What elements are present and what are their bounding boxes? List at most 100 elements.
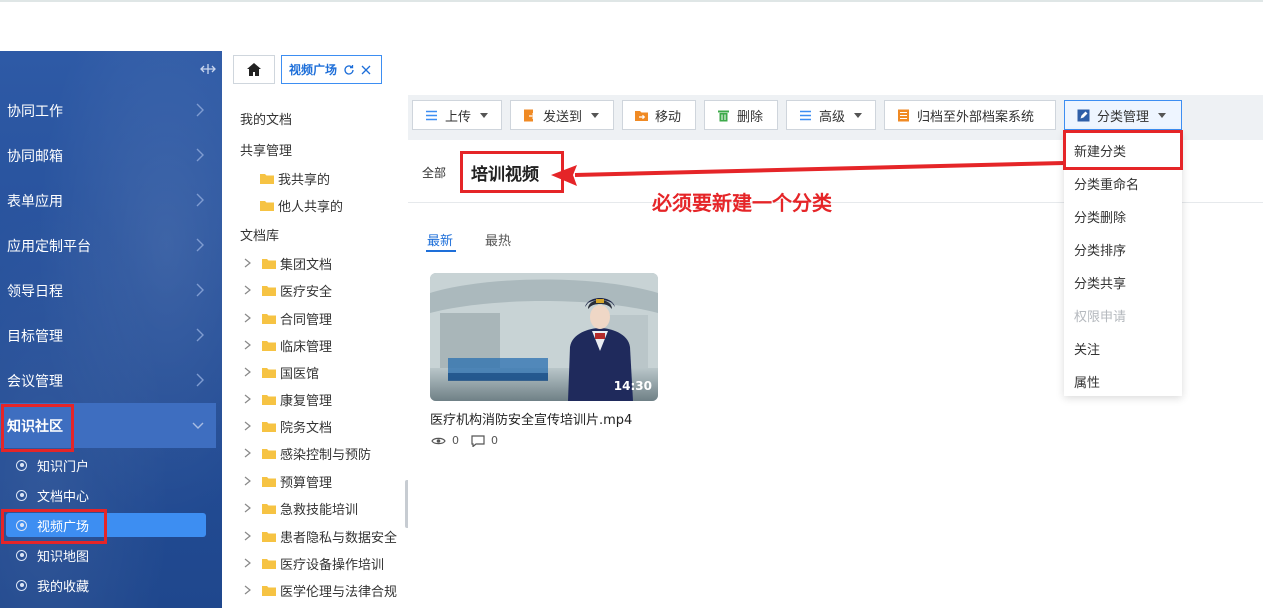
list-icon	[800, 110, 811, 120]
expand-arrow-icon[interactable]	[244, 585, 252, 595]
menu-item-new-category[interactable]: 新建分类	[1074, 141, 1126, 160]
menu-item-rename-category[interactable]: 分类重命名	[1074, 174, 1139, 193]
collapse-sidebar-icon[interactable]	[200, 61, 216, 77]
expand-arrow-icon[interactable]	[244, 448, 252, 458]
annotation-arrow-icon	[551, 161, 1065, 186]
home-icon	[247, 63, 261, 76]
tab-hottest[interactable]: 最热	[485, 230, 511, 249]
menu-item-share-category[interactable]: 分类共享	[1074, 273, 1126, 292]
page-title: 培训视频	[471, 165, 539, 185]
menu-item-properties[interactable]: 属性	[1074, 372, 1100, 391]
menu-item-delete-category[interactable]: 分类删除	[1074, 207, 1126, 226]
folder-icon	[262, 503, 276, 514]
tree-item-my-docs[interactable]: 我的文档	[240, 109, 292, 128]
tree-item-folder[interactable]: 急救技能培训	[244, 497, 358, 519]
menu-item-sort-category[interactable]: 分类排序	[1074, 240, 1126, 259]
submenu-item-video-square[interactable]: 视频广场	[0, 512, 216, 538]
upload-button[interactable]: 上传	[412, 100, 502, 130]
chevron-right-icon	[196, 103, 204, 117]
tree-item-folder[interactable]: 康复管理	[244, 388, 332, 410]
submenu-item-knowledge-portal[interactable]: 知识门户	[0, 452, 216, 478]
folder-icon	[262, 313, 276, 324]
comment-count: 0	[491, 434, 498, 447]
tree-item-folder[interactable]: 集团文档	[244, 252, 332, 274]
expand-arrow-icon[interactable]	[244, 558, 252, 568]
menu-item-app-platform[interactable]: 应用定制平台	[0, 223, 216, 268]
menu-item-collab-work[interactable]: 协同工作	[0, 88, 216, 133]
tree-item-folder[interactable]: 合同管理	[244, 307, 332, 329]
folder-icon	[260, 200, 274, 211]
tree-item-shared-by-others[interactable]: 他人共享的	[260, 194, 343, 216]
expand-arrow-icon[interactable]	[244, 340, 252, 350]
tree-item-folder[interactable]: 感染控制与预防	[244, 442, 371, 464]
folder-icon	[262, 448, 276, 459]
breadcrumb-all[interactable]: 全部	[422, 164, 446, 181]
radio-dot-icon	[16, 579, 27, 591]
video-thumbnail[interactable]: 14:30	[430, 273, 658, 401]
tree-item-folder[interactable]: 国医馆	[244, 361, 319, 383]
expand-arrow-icon[interactable]	[244, 394, 252, 404]
tree-item-folder[interactable]: 院务文档	[244, 415, 332, 437]
tree-item-folder[interactable]: 患者隐私与数据安全	[244, 525, 397, 547]
menu-item-knowledge-community[interactable]: 知识社区	[0, 403, 216, 448]
archive-external-button[interactable]: 归档至外部档案系统	[884, 100, 1056, 130]
caret-down-icon	[591, 112, 600, 118]
comment-icon	[471, 434, 485, 447]
folder-icon	[262, 531, 276, 542]
expand-arrow-icon[interactable]	[244, 503, 252, 513]
advanced-button[interactable]: 高级	[786, 100, 876, 130]
tab-latest[interactable]: 最新	[427, 230, 453, 249]
chevron-down-icon	[192, 422, 204, 429]
chevron-right-icon	[196, 328, 204, 342]
tree-item-folder[interactable]: 预算管理	[244, 470, 332, 492]
expand-arrow-icon[interactable]	[244, 258, 252, 268]
menu-item-collab-mail[interactable]: 协同邮箱	[0, 133, 216, 178]
delete-button[interactable]: 删除	[704, 100, 778, 130]
move-button[interactable]: 移动	[622, 100, 696, 130]
caret-down-icon	[480, 112, 489, 118]
submenu-item-knowledge-map[interactable]: 知识地图	[0, 542, 216, 568]
sidebar: 协同工作 协同邮箱 表单应用 应用定制平台 领导日程 目标管理 会议管理 知识社…	[0, 51, 222, 608]
list-icon	[426, 110, 437, 120]
chevron-right-icon	[196, 193, 204, 207]
folder-icon	[260, 173, 274, 184]
menu-item-goal-manage[interactable]: 目标管理	[0, 313, 216, 358]
radio-dot-icon	[16, 519, 27, 531]
view-count: 0	[452, 434, 459, 447]
expand-arrow-icon[interactable]	[244, 285, 252, 295]
tree-item-folder[interactable]: 临床管理	[244, 334, 332, 356]
video-title-link[interactable]: 医疗机构消防安全宣传培训片.mp4	[430, 409, 632, 428]
folder-icon	[262, 585, 276, 596]
tree-item-folder[interactable]: 医疗安全	[244, 279, 332, 301]
menu-item-form-app[interactable]: 表单应用	[0, 178, 216, 223]
expand-arrow-icon[interactable]	[244, 313, 252, 323]
send-doc-icon	[524, 109, 536, 121]
expand-arrow-icon[interactable]	[244, 367, 252, 377]
category-manage-dropdown: 新建分类 分类重命名 分类删除 分类排序 分类共享 权限申请 关注 属性	[1064, 132, 1182, 396]
expand-arrow-icon[interactable]	[244, 476, 252, 486]
submenu-item-doc-center[interactable]: 文档中心	[0, 482, 216, 508]
close-icon[interactable]	[361, 65, 371, 75]
expand-arrow-icon[interactable]	[244, 421, 252, 431]
tab-video-square[interactable]: 视频广场	[281, 55, 382, 84]
chevron-right-icon	[196, 283, 204, 297]
tree-item-folder[interactable]: 医疗设备操作培训	[244, 552, 384, 574]
refresh-icon[interactable]	[343, 64, 355, 76]
menu-item-follow[interactable]: 关注	[1074, 339, 1100, 358]
menu-item-meeting-manage[interactable]: 会议管理	[0, 358, 216, 403]
archive-icon	[898, 109, 909, 121]
tree-item-doc-library[interactable]: 文档库	[240, 225, 279, 244]
top-border	[0, 0, 1263, 2]
submenu-item-my-favorites[interactable]: 我的收藏	[0, 572, 216, 598]
tree-item-shared-manage[interactable]: 共享管理	[240, 140, 292, 159]
video-duration: 14:30	[613, 379, 652, 393]
home-tab[interactable]	[233, 55, 275, 84]
folder-icon	[262, 367, 276, 378]
caret-down-icon	[854, 112, 863, 118]
tree-item-shared-by-me[interactable]: 我共享的	[260, 167, 330, 189]
expand-arrow-icon[interactable]	[244, 531, 252, 541]
menu-item-leader-schedule[interactable]: 领导日程	[0, 268, 216, 313]
tree-item-folder[interactable]: 医学伦理与法律合规	[244, 579, 397, 601]
category-manage-button[interactable]: 分类管理	[1064, 100, 1182, 130]
send-to-button[interactable]: 发送到	[510, 100, 614, 130]
